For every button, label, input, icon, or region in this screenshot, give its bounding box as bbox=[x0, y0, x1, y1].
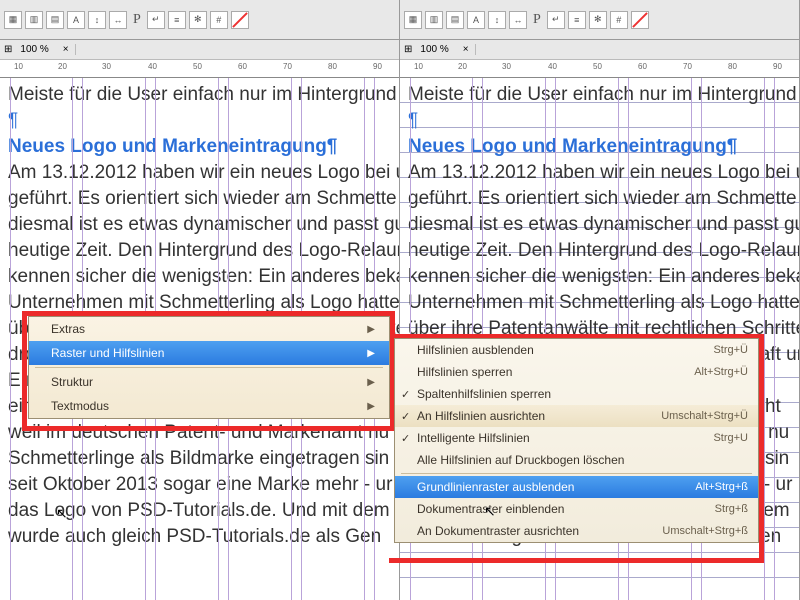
toolbar-button[interactable] bbox=[631, 11, 649, 29]
menu-separator bbox=[35, 367, 383, 368]
menu-item-alle-hilfslinien-loeschen[interactable]: Alle Hilfslinien auf Druckbogen löschen bbox=[395, 449, 758, 471]
zoom-row: ⊞ 100 % × bbox=[400, 40, 799, 60]
toolbar-button[interactable]: ≡ bbox=[168, 11, 186, 29]
context-menu: Extras▶ Raster und Hilfslinien▶ Struktur… bbox=[28, 316, 390, 419]
para-style[interactable]: P bbox=[130, 12, 144, 28]
toolbar: ▦ ▥ ▤ A ↕ ↔ P ↵ ≡ ✻ # bbox=[0, 0, 399, 40]
submenu-raster-hilfslinien: Hilfslinien ausblendenStrg+Ü Hilfslinien… bbox=[394, 338, 759, 543]
check-icon: ✓ bbox=[401, 432, 410, 445]
check-icon: ✓ bbox=[401, 410, 410, 423]
menu-item-textmodus[interactable]: Textmodus▶ bbox=[29, 394, 389, 418]
toolbar-button[interactable]: ▤ bbox=[46, 11, 64, 29]
para-style[interactable]: P bbox=[530, 12, 544, 28]
toolbar-button[interactable]: ✻ bbox=[589, 11, 607, 29]
toolbar-button[interactable]: ≡ bbox=[568, 11, 586, 29]
toolbar-button[interactable]: ▦ bbox=[404, 11, 422, 29]
toolbar-button[interactable]: ↵ bbox=[147, 11, 165, 29]
zoom-restore-icon[interactable]: ⊞ bbox=[4, 44, 12, 55]
chevron-right-icon: ▶ bbox=[367, 348, 375, 359]
toolbar-button[interactable]: ▤ bbox=[446, 11, 464, 29]
menu-item-an-dokumentraster-ausrichten[interactable]: An Dokumentraster ausrichtenUmschalt+Str… bbox=[395, 520, 758, 542]
toolbar-button[interactable]: ↵ bbox=[547, 11, 565, 29]
zoom-close-icon[interactable]: × bbox=[57, 44, 76, 55]
chevron-right-icon: ▶ bbox=[367, 401, 375, 412]
menu-item-spaltenhilfslinien-sperren[interactable]: ✓Spaltenhilfslinien sperren bbox=[395, 383, 758, 405]
menu-item-an-hilfslinien-ausrichten[interactable]: ✓An Hilfslinien ausrichtenUmschalt+Strg+… bbox=[395, 405, 758, 427]
zoom-level[interactable]: 100 % bbox=[20, 44, 48, 55]
toolbar-button[interactable]: A bbox=[67, 11, 85, 29]
toolbar-button[interactable]: ↔ bbox=[509, 11, 527, 29]
toolbar-button[interactable]: ✻ bbox=[189, 11, 207, 29]
ruler: 102030405060708090 bbox=[0, 60, 399, 78]
toolbar-button[interactable]: A bbox=[467, 11, 485, 29]
check-icon: ✓ bbox=[401, 388, 410, 401]
zoom-restore-icon[interactable]: ⊞ bbox=[404, 44, 412, 55]
toolbar-button[interactable]: # bbox=[210, 11, 228, 29]
zoom-level[interactable]: 100 % bbox=[420, 44, 448, 55]
toolbar-button[interactable] bbox=[231, 11, 249, 29]
zoom-row: ⊞ 100 % × bbox=[0, 40, 399, 60]
menu-item-raster-hilfslinien[interactable]: Raster und Hilfslinien▶ bbox=[29, 341, 389, 365]
toolbar-button[interactable]: ▦ bbox=[4, 11, 22, 29]
toolbar-button[interactable]: ▥ bbox=[425, 11, 443, 29]
menu-separator bbox=[401, 473, 752, 474]
chevron-right-icon: ▶ bbox=[367, 324, 375, 335]
toolbar-button[interactable]: ↕ bbox=[488, 11, 506, 29]
menu-item-hilfslinien-ausblenden[interactable]: Hilfslinien ausblendenStrg+Ü bbox=[395, 339, 758, 361]
toolbar-button[interactable]: # bbox=[610, 11, 628, 29]
toolbar-button[interactable]: ↕ bbox=[88, 11, 106, 29]
menu-item-intelligente-hilfslinien[interactable]: ✓Intelligente HilfslinienStrg+U bbox=[395, 427, 758, 449]
menu-item-hilfslinien-sperren[interactable]: Hilfslinien sperrenAlt+Strg+Ü bbox=[395, 361, 758, 383]
menu-item-dokumentraster-einblenden[interactable]: Dokumentraster einblendenStrg+ß bbox=[395, 498, 758, 520]
toolbar: ▦ ▥ ▤ A ↕ ↔ P ↵ ≡ ✻ # bbox=[400, 0, 799, 40]
menu-item-grundlinienraster-ausblenden[interactable]: Grundlinienraster ausblendenAlt+Strg+ß bbox=[395, 476, 758, 498]
menu-item-extras[interactable]: Extras▶ bbox=[29, 317, 389, 341]
text-cursor-icon: ↖ bbox=[56, 505, 68, 522]
menu-item-struktur[interactable]: Struktur▶ bbox=[29, 370, 389, 394]
ruler: 102030405060708090 bbox=[400, 60, 799, 78]
toolbar-button[interactable]: ↔ bbox=[109, 11, 127, 29]
toolbar-button[interactable]: ▥ bbox=[25, 11, 43, 29]
chevron-right-icon: ▶ bbox=[367, 377, 375, 388]
zoom-close-icon[interactable]: × bbox=[457, 44, 476, 55]
